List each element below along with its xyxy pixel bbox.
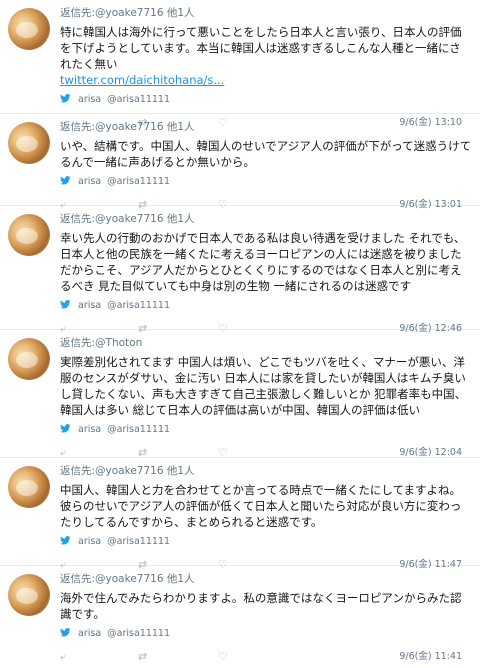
tweet-text: 実際差別化されてます 中国人は煩い、どこでもツバを吐く、マナーが悪い、洋服のセン… — [60, 355, 467, 417]
via-name[interactable]: arisa — [78, 536, 101, 547]
reply-prefix: 返信先: — [60, 573, 96, 585]
via-handle[interactable]: @arisa11111 — [107, 300, 170, 311]
via-handle[interactable]: @arisa11111 — [107, 94, 170, 105]
reply-prefix: 返信先: — [60, 7, 96, 19]
avatar[interactable] — [8, 338, 50, 380]
reply-more[interactable]: 他1人 — [167, 573, 195, 585]
reply-more[interactable]: 他1人 — [167, 7, 195, 19]
via-handle[interactable]: @arisa11111 — [107, 628, 170, 639]
reply-more[interactable]: 他1人 — [167, 121, 195, 133]
reply-handle[interactable]: @yoake7716 — [95, 465, 163, 477]
reply-handle[interactable]: @yoake7716 — [95, 573, 163, 585]
twitter-bird-icon — [60, 94, 71, 103]
via-line: arisa @arisa11111 — [60, 423, 472, 437]
twitter-bird-icon — [60, 536, 71, 545]
reply-prefix: 返信先: — [60, 213, 96, 225]
avatar[interactable] — [8, 122, 50, 164]
via-name[interactable]: arisa — [78, 94, 101, 105]
via-line: arisa @arisa11111 — [60, 627, 472, 641]
reply-handle[interactable]: @yoake7716 — [95, 121, 163, 133]
reply-to-line: 返信先:@yoake7716 他1人 — [60, 571, 472, 587]
tweet-timeline: 返信先:@yoake7716 他1人 特に韓国人は海外に行って悪いことをしたら日… — [0, 0, 480, 663]
via-name[interactable]: arisa — [78, 300, 101, 311]
via-line: arisa @arisa11111 — [60, 93, 472, 107]
reply-handle[interactable]: @Thoton — [95, 337, 142, 349]
via-name[interactable]: arisa — [78, 176, 101, 187]
tweet-text: 中国人、韓国人と力を合わせてとか言ってる時点で一緒くたにしてますよね。 彼らのせ… — [60, 483, 462, 529]
reply-more[interactable]: 他1人 — [167, 465, 195, 477]
reply-to-line: 返信先:@yoake7716 他1人 — [60, 119, 472, 135]
tweet-actions: ⤶ ⇄ ♡ 9/6(金) 11:41 — [60, 644, 472, 668]
reply-more[interactable]: 他1人 — [167, 213, 195, 225]
tweet-6[interactable]: 返信先:@yoake7716 他1人 海外で住んでみたらわかりますよ。私の意識で… — [0, 566, 480, 663]
tweet-1[interactable]: 返信先:@yoake7716 他1人 特に韓国人は海外に行って悪いことをしたら日… — [0, 0, 480, 129]
tweet-3[interactable]: 返信先:@yoake7716 他1人 幸い先人の行動のおかげで日本人である私は良… — [0, 206, 480, 335]
tweet-text: 特に韓国人は海外に行って悪いことをしたら日本人と言い張り、日本人の評価を下げよう… — [60, 25, 462, 71]
twitter-bird-icon — [60, 628, 71, 637]
tweet-5[interactable]: 返信先:@yoake7716 他1人 中国人、韓国人と力を合わせてとか言ってる時… — [0, 458, 480, 571]
via-line: arisa @arisa11111 — [60, 175, 472, 189]
twitter-bird-icon — [60, 176, 71, 185]
reply-prefix: 返信先: — [60, 337, 96, 349]
timestamp[interactable]: 9/6(金) 12:04 — [399, 444, 462, 458]
via-line: arisa @arisa11111 — [60, 299, 472, 313]
via-handle[interactable]: @arisa11111 — [107, 424, 170, 435]
timestamp[interactable]: 9/6(金) 11:41 — [399, 648, 462, 662]
tweet-2[interactable]: 返信先:@yoake7716 他1人 いや、結構です。中国人、韓国人のせいでアジ… — [0, 114, 480, 211]
reply-to-line: 返信先:@yoake7716 他1人 — [60, 5, 472, 21]
reply-prefix: 返信先: — [60, 465, 96, 477]
via-name[interactable]: arisa — [78, 628, 101, 639]
via-handle[interactable]: @arisa11111 — [107, 536, 170, 547]
reply-handle[interactable]: @yoake7716 — [95, 213, 163, 225]
reply-prefix: 返信先: — [60, 121, 96, 133]
tweet-text: 海外で住んでみたらわかりますよ。私の意識ではなくヨーロピアンからみた認識です。 — [60, 591, 462, 621]
tweet-text: いや、結構です。中国人、韓国人のせいでアジア人の評価が下がって迷惑うけてるんで一… — [60, 139, 472, 169]
via-name[interactable]: arisa — [78, 424, 101, 435]
reply-to-line: 返信先:@yoake7716 他1人 — [60, 211, 472, 227]
reply-to-line: 返信先:@yoake7716 他1人 — [60, 463, 472, 479]
avatar[interactable] — [8, 574, 50, 616]
twitter-bird-icon — [60, 424, 71, 433]
reply-handle[interactable]: @yoake7716 — [95, 7, 163, 19]
twitter-bird-icon — [60, 300, 71, 309]
avatar[interactable] — [8, 8, 50, 50]
avatar[interactable] — [8, 466, 50, 508]
reply-to-line: 返信先:@Thoton — [60, 335, 472, 351]
tweet-link[interactable]: twitter.com/daichitohana/s... — [60, 72, 472, 88]
via-handle[interactable]: @arisa11111 — [107, 176, 170, 187]
avatar[interactable] — [8, 214, 50, 256]
via-line: arisa @arisa11111 — [60, 535, 472, 549]
reply-icon[interactable]: ⤶ — [60, 650, 66, 664]
tweet-text: 幸い先人の行動のおかげで日本人である私は良い待遇を受けました それでも、日本人と… — [60, 231, 466, 293]
tweet-4[interactable]: 返信先:@Thoton 実際差別化されてます 中国人は煩い、どこでもツバを吐く、… — [0, 330, 480, 459]
